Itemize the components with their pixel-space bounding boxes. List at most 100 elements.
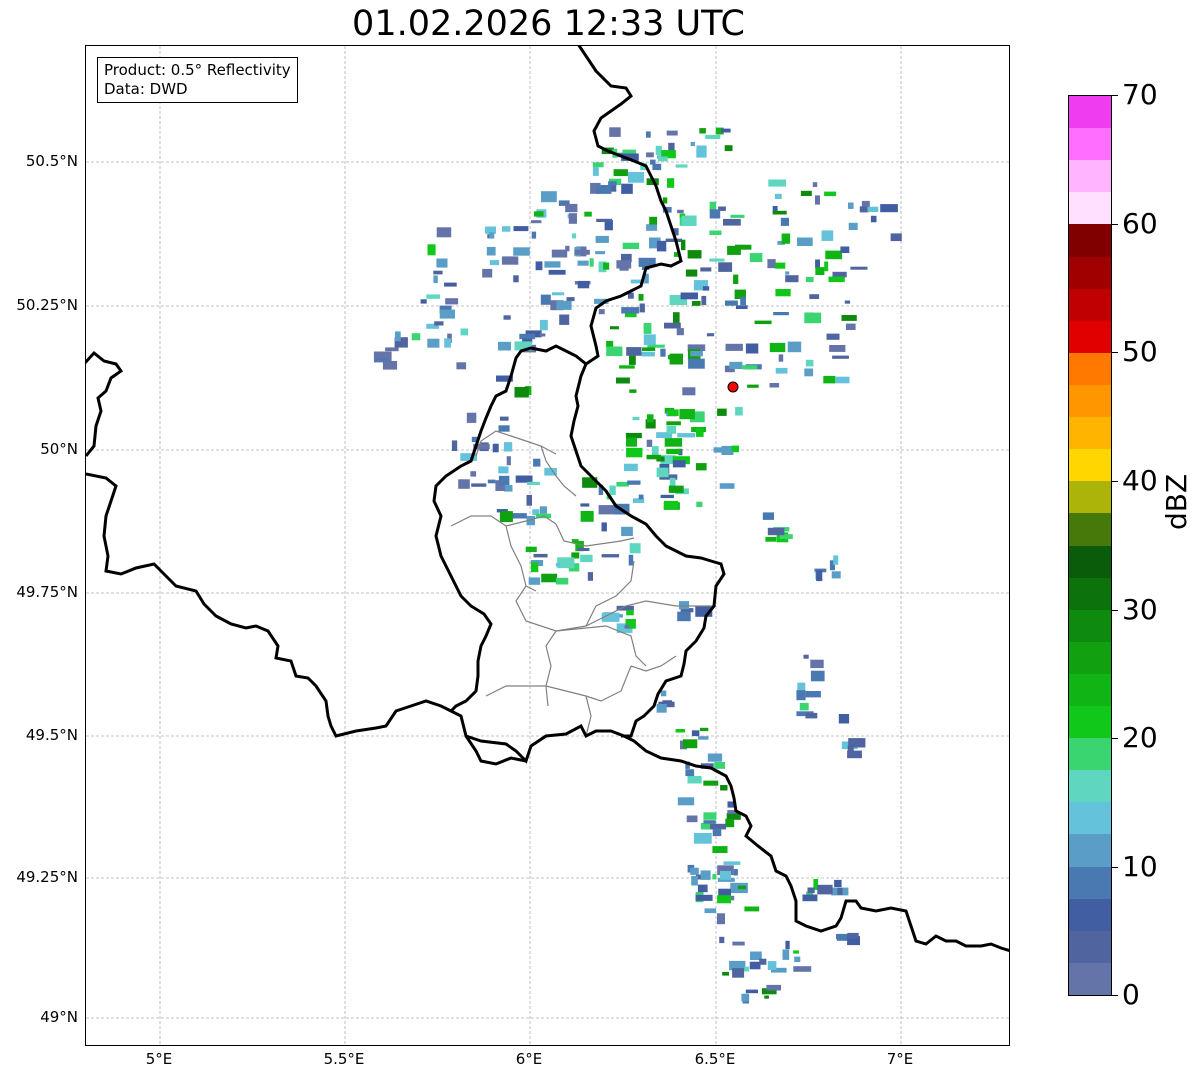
echo-pixel [646, 414, 654, 423]
echo-pixel [721, 128, 731, 133]
echo-pixel [745, 343, 759, 354]
echo-pixel [427, 244, 436, 256]
echo-pixel [502, 226, 511, 232]
echo-pixel [696, 148, 707, 158]
echo-pixel [608, 181, 617, 186]
echo-pixel [700, 870, 711, 880]
echo-pixel [606, 346, 623, 357]
colorbar-label: 20 [1122, 721, 1158, 754]
echo-pixel [584, 211, 592, 217]
echo-pixel [880, 204, 898, 213]
echo-pixel [767, 259, 776, 269]
echo-pixel [498, 341, 511, 351]
echo-pixel [691, 876, 698, 886]
echo-pixel [702, 286, 710, 291]
echo-pixel [556, 300, 572, 310]
echo-pixel [540, 294, 551, 305]
echo-pixel [420, 299, 427, 304]
radar-station-marker[interactable] [727, 381, 739, 393]
lon-label: 6°E [515, 1050, 543, 1068]
echo-pixel [692, 301, 701, 306]
echo-pixel [679, 409, 695, 420]
product-info-box: Product: 0.5° Reflectivity Data: DWD [97, 57, 298, 103]
echo-pixel [690, 141, 695, 147]
echo-pixel [551, 292, 565, 296]
echo-pixel [539, 333, 546, 337]
echo-pixel [621, 183, 633, 194]
echo-pixel [685, 769, 695, 777]
echo-pixel [675, 729, 685, 733]
echo-pixel [646, 439, 653, 447]
echo-pixel [675, 164, 688, 168]
echo-pixel [787, 341, 802, 353]
echo-pixel [433, 275, 438, 283]
reflectivity-echoes [373, 127, 902, 1004]
echo-pixel [616, 260, 632, 269]
echo-pixel [534, 211, 544, 217]
echo-pixel [601, 554, 620, 558]
echo-pixel [530, 562, 539, 573]
echo-pixel [596, 218, 613, 222]
echo-pixel [559, 314, 570, 325]
echo-pixel [775, 367, 788, 374]
echo-pixel [832, 355, 849, 359]
colorbar-segment [1069, 191, 1111, 225]
echo-pixel [592, 167, 599, 176]
colorbar-segment [1069, 512, 1111, 546]
echo-pixel [805, 359, 814, 367]
echo-pixel [625, 432, 642, 439]
echo-pixel [489, 260, 500, 266]
echo-pixel [780, 217, 789, 226]
echo-pixel [727, 801, 734, 808]
echo-pixel [699, 128, 706, 134]
echo-pixel [643, 334, 656, 345]
echo-pixel [769, 383, 780, 388]
echo-pixel [513, 275, 519, 283]
colorbar-tick [1112, 738, 1118, 739]
map-canvas [86, 46, 1009, 1045]
colorbar-label: 60 [1122, 207, 1158, 240]
echo-pixel [626, 447, 643, 458]
echo-pixel [723, 861, 741, 865]
echo-pixel [816, 570, 823, 582]
echo-pixel [725, 300, 738, 306]
radar-map[interactable] [85, 45, 1010, 1046]
echo-pixel [539, 319, 548, 331]
echo-pixel [642, 347, 656, 351]
echo-pixel [610, 326, 619, 330]
echo-pixel [796, 690, 806, 701]
echo-pixel [768, 179, 786, 187]
echo-pixel [444, 282, 457, 287]
echo-pixel [703, 820, 716, 824]
echo-pixel [782, 949, 790, 960]
echo-pixel [682, 387, 696, 396]
echo-pixel [577, 548, 590, 551]
echo-pixel [810, 670, 825, 682]
echo-pixel [717, 895, 732, 904]
echo-pixel [555, 562, 561, 567]
echo-pixel [825, 250, 843, 260]
echo-pixel [709, 258, 725, 262]
colorbar-segment [1069, 480, 1111, 514]
echo-pixel [629, 355, 636, 365]
echo-pixel [626, 347, 642, 356]
echo-pixel [709, 230, 722, 235]
echo-pixel [712, 874, 717, 880]
echo-pixel [762, 512, 774, 520]
echo-pixel [664, 322, 681, 329]
echo-pixel [744, 906, 760, 912]
colorbar-segment [1069, 448, 1111, 482]
echo-pixel [646, 454, 661, 460]
echo-pixel [815, 195, 820, 205]
echo-pixel [778, 354, 784, 362]
echo-pixel [649, 216, 658, 225]
echo-pixel [595, 251, 606, 255]
colorbar-segment [1069, 95, 1111, 129]
echo-pixel [566, 297, 575, 302]
echo-pixel [426, 294, 440, 299]
echo-pixel [638, 294, 644, 301]
echo-pixel [703, 812, 717, 820]
colorbar-segment [1069, 737, 1111, 771]
echo-pixel [740, 296, 746, 306]
data-source-label: Data: DWD [104, 80, 188, 98]
